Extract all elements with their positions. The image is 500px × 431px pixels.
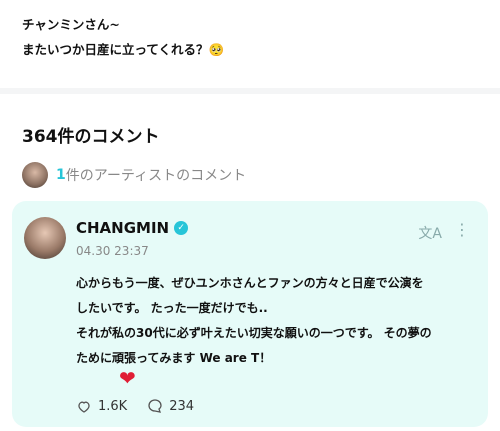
avatar[interactable] (24, 217, 66, 259)
comment-line-4: ために頑張ってみます We are T！ (76, 351, 272, 365)
comment-body: 心からもう一度、ぜひユンホさんとファンの方々と日産で公演を したいです。 たった… (76, 271, 476, 371)
comment-line-1: 心からもう一度、ぜひユンホさんとファンの方々と日産で公演を (76, 276, 424, 290)
comment-line-3: それが私の30代に必ず叶えたい切実な願いの一つです。 その夢の (76, 326, 432, 340)
section-divider (0, 88, 500, 94)
artist-comment-filter[interactable]: 1 件のアーティストのコメント (22, 162, 246, 188)
author-name: CHANGMIN (76, 219, 170, 237)
artist-comment-card: CHANGMIN ✓ 04.30 23:37 文A ⋮ 心からもう一度、ぜひユン… (12, 201, 488, 427)
reply-icon (148, 399, 162, 413)
like-button[interactable]: 1.6K (76, 398, 127, 414)
comment-count-title: 364件のコメント (22, 127, 160, 147)
translate-icon[interactable]: 文A (418, 223, 442, 243)
comment-date: 04.30 23:37 (76, 244, 149, 258)
post-line-2: またいつか日産に立ってくれる？🥺 (22, 42, 225, 57)
artist-avatar-small (22, 162, 48, 188)
more-vertical-icon[interactable]: ⋮ (454, 222, 470, 238)
comment-actions: 1.6K 234 (76, 398, 194, 414)
artist-comment-label: 件のアーティストのコメント (65, 168, 247, 184)
like-icon (78, 401, 90, 413)
artist-comment-count: 1 (56, 167, 66, 183)
comment-line-2: したいです。 たった一度だけでも.. (76, 301, 268, 315)
verified-badge-icon: ✓ (174, 221, 189, 235)
post-line-1: チャンミンさん~ (22, 17, 120, 32)
reply-button[interactable]: 234 (147, 398, 194, 414)
comment-author[interactable]: CHANGMIN ✓ (76, 219, 189, 237)
heart-emoji: ❤ (119, 366, 136, 390)
reply-count: 234 (169, 398, 195, 414)
like-count: 1.6K (98, 398, 128, 414)
post-text: チャンミンさん~ またいつか日産に立ってくれる？🥺 (22, 12, 224, 62)
